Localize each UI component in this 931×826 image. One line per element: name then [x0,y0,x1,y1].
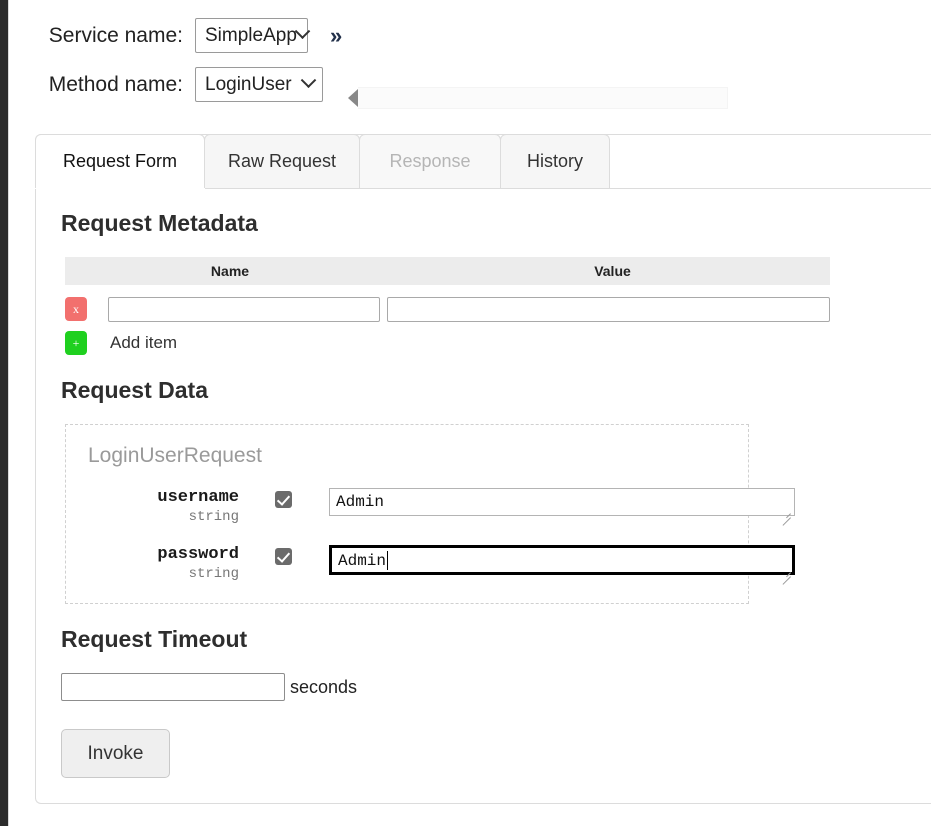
field-row-password: password string [66,545,795,585]
add-metadata-item-row[interactable]: + Add item [65,331,177,355]
tab-response[interactable]: Response [359,134,501,188]
remove-metadata-row-button[interactable]: x [65,297,87,321]
field-name-password: password [157,545,239,564]
field-type-username: string [188,509,239,525]
request-message-type-label: LoginUserRequest [88,444,262,467]
tab-request-form[interactable]: Request Form [35,134,205,188]
field-input-wrap-password [329,545,795,585]
field-input-password[interactable] [329,545,795,575]
method-name-label: Method name: [48,72,183,96]
metadata-table-row: x [65,296,830,322]
double-chevron-right-icon[interactable]: » [330,24,342,47]
service-name-label: Service name: [48,23,183,47]
field-name-username: username [157,488,239,507]
metadata-value-input[interactable] [386,296,830,322]
add-metadata-item-button[interactable]: + [65,331,87,355]
metadata-table-header: Name Value [65,257,830,285]
chevron-down-icon [294,23,311,40]
request-timeout-row: seconds [61,673,357,701]
field-label-username: username string [66,488,239,526]
request-metadata-heading: Request Metadata [61,210,258,236]
tab-history[interactable]: History [500,134,610,188]
request-timeout-input[interactable] [61,673,285,701]
tab-raw-request[interactable]: Raw Request [204,134,360,188]
field-input-username[interactable] [329,488,795,516]
field-label-password: password string [66,545,239,583]
field-type-password: string [188,566,239,582]
metadata-column-value: Value [594,263,631,279]
metadata-column-name: Name [210,263,250,279]
triangle-left-icon [348,89,358,107]
service-name-select[interactable]: SimpleApp [195,18,311,53]
field-checkbox-username[interactable] [275,491,292,508]
metadata-name-input[interactable] [108,296,380,322]
window-edge-hairline [8,0,9,826]
chevron-down-icon [300,72,317,89]
method-name-value: LoginUser [205,73,292,95]
request-timeout-heading: Request Timeout [61,626,248,652]
request-data-box: LoginUserRequest username string passwor… [65,424,795,604]
window-left-edge [0,0,8,826]
app-root: Service name: SimpleApp » Method name: L… [0,0,931,826]
tooltip-body [358,87,728,109]
method-name-select[interactable]: LoginUser [195,67,323,102]
field-row-username: username string [66,488,795,526]
add-item-label[interactable]: Add item [110,333,177,353]
field-input-wrap-username [329,488,795,526]
seconds-label: seconds [290,676,358,697]
field-checkbox-password[interactable] [275,548,292,565]
tooltip-pointer [348,86,728,110]
request-data-heading: Request Data [61,377,208,403]
invoke-button[interactable]: Invoke [61,729,170,778]
text-caret [387,551,388,570]
tab-bar: Request Form Raw Request Response Histor… [35,134,931,189]
service-name-value: SimpleApp [205,24,297,46]
service-name-row: Service name: SimpleApp » [0,18,470,53]
